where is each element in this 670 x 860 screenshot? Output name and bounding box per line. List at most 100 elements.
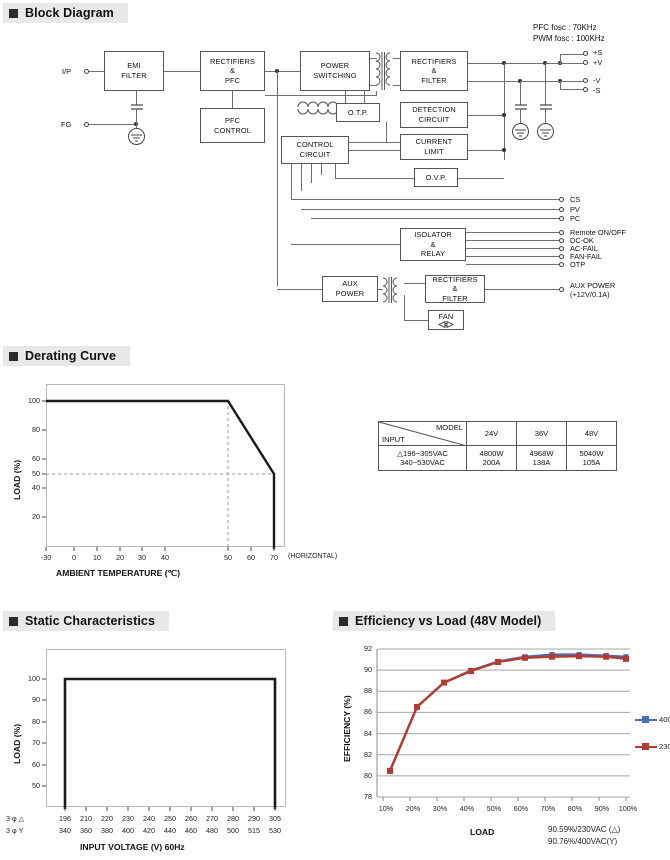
wire (545, 63, 546, 105)
efficiency-ytick: 92 (364, 644, 372, 653)
wire (466, 256, 561, 257)
label-minus-s: -S (593, 86, 601, 95)
wire (265, 71, 300, 72)
wire (277, 289, 322, 290)
wire (466, 232, 561, 233)
label-plus-v: +V (593, 58, 603, 67)
watts-48v: 5040W (579, 449, 604, 458)
wire (277, 71, 278, 286)
derating-x-axis-title: AMBIENT TEMPERATURE (℃) (56, 568, 181, 578)
static-xtick-wye: 360 (80, 826, 92, 835)
label-minus-v: -V (593, 76, 601, 85)
static-xtick-wye: 420 (143, 826, 155, 835)
efficiency-xtick: 40% (459, 804, 475, 813)
wire (232, 91, 233, 108)
wire (164, 71, 200, 72)
junction-node (502, 113, 506, 117)
wire (89, 124, 136, 125)
derating-xtick: -30 (40, 553, 52, 562)
legend-item-400v: 400V(Y) (635, 715, 670, 724)
block-aux-power: AUX POWER (322, 276, 378, 302)
static-xtick-delta: 280 (227, 814, 239, 823)
watts-36v: 4968W (529, 449, 554, 458)
label-cs: CS (570, 195, 581, 204)
derating-ytick: 100 (28, 396, 40, 405)
legend-line-230v-icon (635, 743, 657, 750)
table-header-36v: 36V (516, 421, 567, 446)
wire (345, 91, 346, 103)
wire (321, 164, 322, 175)
wire (466, 240, 561, 241)
table-cell-input-range: △196~305VAC 340~530VAC (378, 445, 467, 471)
input-range-line1: △196~305VAC (397, 449, 448, 458)
wire (468, 81, 520, 82)
capacitor-symbol (131, 104, 143, 110)
wire (468, 150, 505, 151)
table-cell-48v: 5040W 105A (566, 445, 617, 471)
block-otp: O.T.P. (336, 103, 380, 122)
wire (291, 164, 292, 199)
aux-transformer-symbol (382, 277, 398, 303)
table-row: △196~305VAC 340~530VAC 4800W 200A 4968W … (378, 445, 617, 471)
terminal-dc-ok (559, 238, 564, 243)
terminal-remote-onoff (559, 230, 564, 235)
derating-ytick: 20 (32, 512, 40, 521)
efficiency-ytick: 80 (364, 771, 372, 780)
static-xtick-wye: 340 (59, 826, 71, 835)
watts-24v: 4800W (479, 449, 504, 458)
wire (136, 91, 137, 105)
wire (378, 289, 383, 290)
section-header-static-characteristics: Static Characteristics (3, 611, 170, 631)
static-characteristics-chart: 100 90 80 70 60 50 3 φ △ 3 φ Y 196 210 2… (0, 637, 340, 860)
wire (558, 81, 584, 82)
wire (458, 178, 504, 179)
derating-horizontal-note: (HORIZONTAL) (288, 553, 338, 560)
label-aux-power-spec: (+12V/0.1A) (570, 290, 610, 299)
wire (560, 89, 584, 90)
static-xtick-delta: 305 (269, 814, 281, 823)
wire (291, 244, 400, 245)
efficiency-xtick: 90% (594, 804, 610, 813)
terminal-cs (559, 197, 564, 202)
wire (349, 150, 400, 151)
legend-label-400v: 400V(Y) (659, 715, 670, 724)
derating-xtick: 40 (161, 553, 169, 562)
input-range-line2: 340~530VAC (400, 458, 445, 467)
capacitor-symbol (540, 104, 552, 110)
ground-symbol (512, 123, 529, 140)
block-detection-circuit: DETECTION CIRCUIT (400, 102, 468, 128)
static-xtick-delta: 230 (122, 814, 134, 823)
wire (520, 81, 521, 105)
efficiency-footnote-400v: 90.76%/400VAC(Y) (548, 837, 618, 846)
wire (349, 142, 400, 143)
static-x-axis-title: INPUT VOLTAGE (V) 60Hz (80, 842, 185, 852)
table-corner-input: INPUT (382, 435, 405, 444)
table-row: MODEL INPUT 24V 36V 48V (378, 421, 617, 446)
terminal-minus-v (583, 78, 588, 83)
wire (301, 164, 302, 191)
block-aux-rectifiers-filter: RECTIFIERS & FILTER (425, 275, 485, 303)
efficiency-xtick: 20% (405, 804, 421, 813)
static-xtick-delta: 270 (206, 814, 218, 823)
section-title: Derating Curve (25, 349, 117, 363)
static-row-label-wye: 3 φ Y (6, 826, 24, 835)
legend-label-230v: 230V(△) (659, 742, 670, 751)
derating-xtick: 70 (270, 553, 278, 562)
wire (485, 289, 559, 290)
label-pc: PC (570, 214, 581, 223)
label-input: I/P (62, 67, 72, 76)
terminal-ac-fail (559, 246, 564, 251)
efficiency-ytick: 88 (364, 686, 372, 695)
terminal-aux-power (559, 287, 564, 292)
table-header-24v: 24V (466, 421, 517, 446)
efficiency-xtick: 50% (486, 804, 502, 813)
efficiency-y-axis-title: EFFICIENCY (%) (342, 695, 352, 762)
block-control-circuit: CONTROL CIRCUIT (281, 136, 349, 164)
wire (404, 320, 428, 321)
bullet-square-icon (9, 616, 18, 626)
efficiency-xtick: 70% (540, 804, 556, 813)
static-xtick-wye: 400 (122, 826, 134, 835)
derating-y-axis-title: LOAD (%) (12, 459, 22, 500)
block-emi-filter: EMI FILTER (104, 51, 164, 91)
terminal-otp (559, 262, 564, 267)
